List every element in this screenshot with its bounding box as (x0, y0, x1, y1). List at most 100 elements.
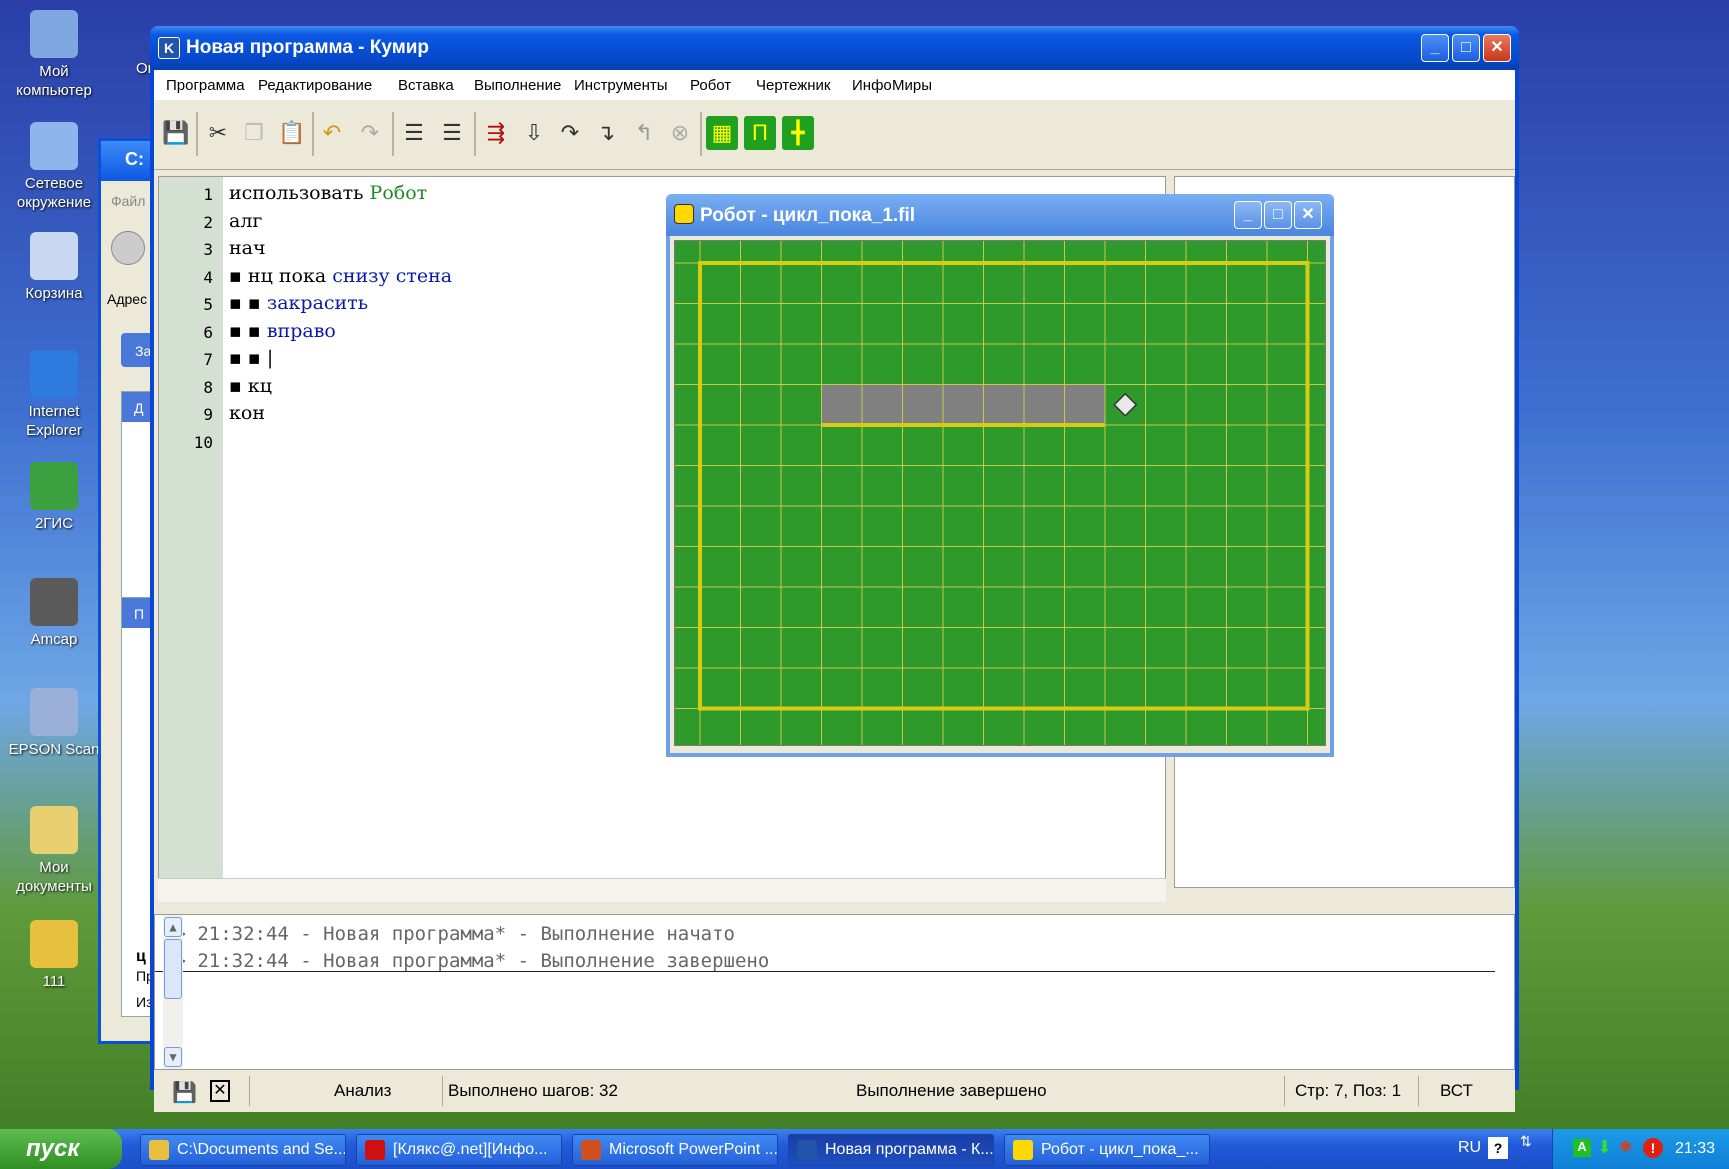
robot-field-icon[interactable]: ▦ (706, 116, 738, 150)
scroll-down-icon[interactable]: ▼ (164, 1047, 182, 1067)
antivirus-icon[interactable]: A (1573, 1139, 1591, 1157)
status-bar: 💾 ✕ Анализ Выполнено шагов: 32 Выполнени… (154, 1070, 1515, 1112)
bug-icon[interactable]: ✱ (1619, 1137, 1632, 1157)
undo-icon[interactable]: ↶ (316, 116, 348, 150)
menu-item[interactable]: Программа (166, 77, 245, 94)
code-line[interactable]: ▪ ▪ закрасить (229, 292, 368, 314)
console-line: >> 21:32:44 - Новая программа* - Выполне… (163, 923, 735, 945)
main-titlebar[interactable]: K Новая программа - Кумир _ □ ✕ (150, 26, 1519, 70)
language-indicator[interactable]: RU (1458, 1139, 1481, 1157)
desktop-icon[interactable]: Корзина (8, 232, 100, 303)
taskbar-task-label: [Клякс@.net][Инфо... (393, 1141, 548, 1158)
minimize-button[interactable]: _ (1421, 34, 1449, 62)
code-token: нач (229, 237, 266, 259)
help-icon[interactable]: ? (1488, 1137, 1508, 1159)
powerpoint-icon (581, 1140, 601, 1160)
status-separator (249, 1076, 250, 1106)
paste-icon[interactable]: 📋 (276, 116, 308, 150)
desktop-icon[interactable]: Internet Explorer (8, 350, 100, 440)
painted-cell (902, 384, 943, 425)
code-line[interactable]: алг (229, 210, 262, 232)
robot-close-button[interactable]: ✕ (1294, 201, 1322, 229)
kumir-app-icon: K (158, 37, 180, 59)
main-window-title: Новая программа - Кумир (186, 37, 430, 58)
menu-item[interactable]: Инструменты (574, 77, 668, 94)
code-token: алг (229, 209, 263, 232)
amcap-icon (30, 578, 78, 626)
menu-item[interactable]: Чертежник (756, 77, 831, 94)
taskbar-task[interactable]: Робот - цикл_пока_... (1004, 1134, 1210, 1166)
robot-titlebar[interactable]: Робот - цикл_пока_1.fil _ □ ✕ (666, 194, 1334, 236)
desktop-icon[interactable]: Мои документы (8, 806, 100, 896)
robot-window[interactable]: Робот - цикл_пока_1.fil _ □ ✕ (666, 194, 1334, 757)
run-icon[interactable]: ⇶ (480, 116, 512, 150)
tray-expand-icon[interactable]: ⇅ (1520, 1133, 1532, 1150)
maximize-button[interactable]: □ (1452, 34, 1480, 62)
scroll-up-icon[interactable]: ▲ (164, 917, 182, 937)
indent-icon[interactable]: ☰ (398, 116, 430, 150)
unindent-icon[interactable]: ☰ (436, 116, 468, 150)
painted-cell (1064, 384, 1105, 425)
painted-cell (1024, 384, 1065, 425)
desktop-icon[interactable]: EPSON Scan (8, 688, 100, 759)
code-line[interactable]: ▪ ▪ вправо (229, 320, 336, 342)
alert-icon[interactable]: ! (1643, 1138, 1663, 1158)
background-window-menu[interactable]: Файл (111, 193, 145, 209)
download-icon[interactable]: ⬇ (1597, 1137, 1612, 1158)
robot-wall-icon[interactable]: Π (744, 116, 776, 150)
taskbar-task[interactable]: C:\Documents and Se... (140, 1134, 346, 1166)
desktop-icon-label: Мой компьютер (16, 63, 92, 99)
redo-icon[interactable]: ↷ (354, 116, 386, 150)
line-number: 4 (203, 267, 213, 287)
taskbar-task[interactable]: [Клякс@.net][Инфо... (356, 1134, 562, 1166)
status-separator (1284, 1076, 1285, 1106)
copy-icon[interactable]: ❐ (238, 116, 270, 150)
desktop-icon[interactable]: Мой компьютер (8, 10, 100, 100)
taskbar-task-label: Microsoft PowerPoint ... (609, 1141, 778, 1158)
menu-item[interactable]: Выполнение (474, 77, 561, 94)
taskbar-task[interactable]: Microsoft PowerPoint ... (572, 1134, 778, 1166)
menu-item[interactable]: Вставка (398, 77, 454, 94)
desktop-icon[interactable]: Сетевое окружение (8, 122, 100, 212)
back-arrow-icon[interactable] (111, 231, 145, 265)
menu-item[interactable]: Инфо (852, 77, 892, 94)
close-button[interactable]: ✕ (1483, 34, 1511, 62)
menu-item[interactable]: Редактирование (258, 77, 372, 94)
robot-field[interactable] (674, 240, 1326, 746)
code-line[interactable]: использовать Робот (229, 182, 427, 204)
run-steps-icon[interactable]: ⇩ (518, 116, 550, 150)
output-console[interactable]: >> 21:32:44 - Новая программа* - Выполне… (154, 914, 1515, 1070)
menu-item[interactable]: Миры (892, 77, 932, 94)
robot-minimize-button[interactable]: _ (1234, 201, 1262, 229)
scroll-thumb[interactable] (164, 939, 182, 999)
taskbar-task[interactable]: Новая программа - К... (788, 1134, 994, 1166)
drawer-icon[interactable]: ╋ (782, 116, 814, 150)
code-line[interactable]: кон (229, 402, 265, 424)
clear-icon[interactable]: ✕ (210, 1080, 230, 1102)
menu-item[interactable]: Робот (690, 77, 731, 94)
code-line[interactable]: ▪ нц пока снизу стена (229, 265, 452, 287)
console-vertical-scrollbar[interactable]: ▲ ▼ (163, 915, 183, 1069)
desktop-icon[interactable]: 2ГИС (8, 462, 100, 533)
toolbar-separator (700, 112, 702, 156)
desktop-icon[interactable]: 111 (8, 920, 100, 991)
save-icon[interactable]: 💾 (160, 116, 192, 150)
start-button[interactable]: пуск (0, 1129, 122, 1169)
line-number: 7 (203, 350, 213, 369)
status-mode: Анализ (334, 1081, 392, 1100)
code-line[interactable]: ▪ кц (229, 375, 272, 397)
desktop-icon[interactable]: Amcap (8, 578, 100, 649)
code-token: ▪ ▪ (229, 292, 267, 314)
code-line[interactable]: ▪ ▪ | (229, 347, 273, 369)
cut-icon[interactable]: ✂ (202, 116, 234, 150)
step-over-icon[interactable]: ↷ (554, 116, 586, 150)
save-status-icon[interactable]: 💾 (172, 1080, 197, 1105)
editor-horizontal-scrollbar[interactable] (158, 878, 1166, 902)
code-line[interactable]: нач (229, 237, 266, 259)
toolbar-separator (312, 112, 314, 156)
clock[interactable]: 21:33 (1675, 1140, 1715, 1158)
stop-icon[interactable]: ⊗ (664, 116, 696, 150)
robot-maximize-button[interactable]: □ (1264, 201, 1292, 229)
step-into-icon[interactable]: ↴ (590, 116, 622, 150)
step-out-icon[interactable]: ↰ (628, 116, 660, 150)
